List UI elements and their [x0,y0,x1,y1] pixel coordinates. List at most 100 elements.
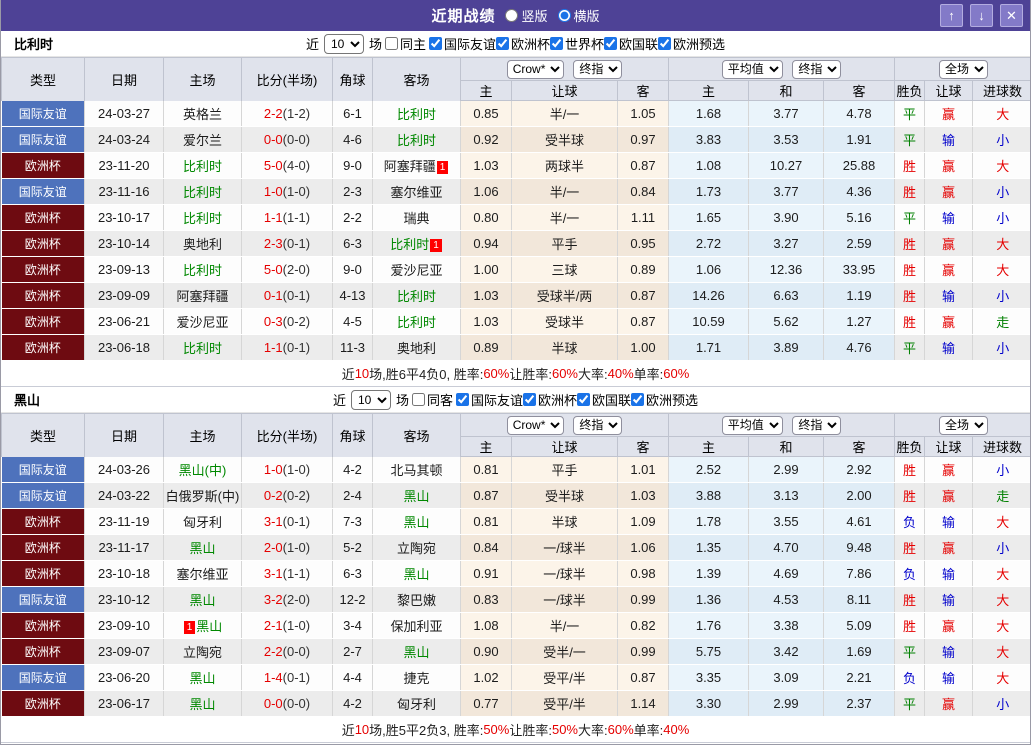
move-up-button[interactable]: ↑ [940,4,963,27]
layout-radio-horizontal[interactable]: 横版 [557,6,600,25]
final-odds-select-1[interactable]: 终指 [573,415,623,435]
bookmaker-select[interactable]: Crow* [506,59,564,79]
competition-checkbox-input[interactable] [631,393,645,406]
competition-checkbox[interactable]: 国际友谊 [428,34,496,53]
competition-checkbox[interactable]: 欧洲预选 [631,390,698,409]
away-team: 黎巴嫩 [372,586,461,613]
move-down-button[interactable]: ↓ [970,4,993,27]
home-team: 比利时 [163,334,242,361]
handicap-away-odds: 1.03 [617,482,669,509]
match-date: 23-06-18 [84,334,164,361]
avg-draw-odds: 4.69 [748,560,824,587]
fulltime-select[interactable]: 全场 [939,415,989,435]
competition-checkbox-input[interactable] [496,37,509,50]
horizontal-radio-input[interactable] [557,9,571,22]
home-team: 黑山 [163,534,242,561]
competition-checkbox[interactable]: 欧洲预选 [658,34,725,53]
red-card-badge: 1 [436,161,449,174]
handicap-away-odds: 0.98 [617,560,669,587]
team-label: 爱沙尼亚 [390,263,443,278]
final-odds-select-2[interactable]: 终指 [792,415,842,435]
away-team: 奥地利 [372,334,461,361]
halftime-score: (1-0) [282,184,311,199]
score-halftime: 2-3(0-1) [241,230,333,257]
competition-checkbox-input[interactable] [604,37,618,50]
competition-type-badge: 欧洲杯 [1,612,85,639]
handicap-home-odds: 0.84 [460,534,512,561]
average-odds-select[interactable]: 平均值 [721,59,783,79]
handicap-away-odds: 0.87 [617,664,669,691]
record-summary: 近 10 场,胜5平2负3, 胜率: 50% 让胜率: 50% 大率: 60% 单率: 40… [1,717,1030,743]
win-draw-loss-result: 平 [894,690,926,717]
competition-checkbox[interactable]: 欧国联 [577,390,631,409]
avg-home-odds: 1.71 [668,334,749,361]
summary-segment: 让胜率: [509,723,552,738]
same-venue-input[interactable] [384,37,398,50]
layout-radio-vertical[interactable]: 竖版 [505,6,548,25]
competition-checkbox-input[interactable] [658,37,672,50]
close-button[interactable]: ✕ [1000,4,1023,27]
win-draw-loss-result: 胜 [894,534,926,561]
team-label: 黑山 [189,697,216,712]
final-odds-select-1[interactable]: 终指 [573,59,623,79]
recent-results-panel: 近期战绩 竖版 横版 ↑ ↓ ✕ 比利时 近 10 场 同主 国际友谊 欧洲杯 … [0,0,1031,745]
handicap-home-odds: 1.00 [460,256,512,283]
competition-checkbox-input[interactable] [523,393,536,406]
score-halftime: 2-0(1-0) [241,534,333,561]
corner-count: 12-2 [332,586,373,613]
handicap-result: 输 [924,334,974,361]
team-label: 黑山 [403,567,430,582]
match-date: 23-11-16 [84,178,164,205]
handicap-result: 输 [924,126,974,153]
sub-col-header: 让球 [924,80,974,101]
score-halftime: 5-0(2-0) [241,256,333,283]
unit-label: 场 [395,393,409,408]
fulltime-score: 2-1 [263,618,283,633]
home-team: 奥地利 [163,230,242,257]
sub-col-header: 进球数 [972,436,1030,457]
competition-checkbox[interactable]: 欧洲杯 [496,34,550,53]
avg-away-odds: 4.61 [823,508,896,535]
match-row: 欧洲杯 23-11-19 匈牙利 3-1(0-1) 7-3 黑山 0.81 半球 1.09 1.7… [1,508,1030,535]
summary-segment: 近 [341,723,355,738]
final-odds-select-2[interactable]: 终指 [792,59,842,79]
competition-checkbox[interactable]: 世界杯 [550,34,604,53]
fulltime-select[interactable]: 全场 [939,59,989,79]
fulltime-score: 1-0 [263,184,283,199]
home-team: 匈牙利 [163,508,242,535]
fulltime-score: 5-0 [263,158,283,173]
average-odds-select[interactable]: 平均值 [721,415,783,435]
handicap-home-odds: 0.77 [460,690,512,717]
competition-checkbox-input[interactable] [577,393,591,406]
competition-checkbox[interactable]: 国际友谊 [455,390,523,409]
match-row: 欧洲杯 23-06-21 爱沙尼亚 0-3(0-2) 4-5 比利时 1.03 受球半 0.87… [1,308,1030,335]
competition-checkbox[interactable]: 欧国联 [604,34,658,53]
halftime-score: (0-0) [282,644,311,659]
match-row: 欧洲杯 23-11-20 比利时 5-0(4-0) 9-0 阿塞拜疆 1 1.03 两球半 0.8… [1,152,1030,179]
handicap-away-odds: 1.00 [617,334,669,361]
handicap-home-odds: 0.94 [460,230,512,257]
bookmaker-select[interactable]: Crow* [506,415,564,435]
same-venue-checkbox[interactable]: 同客 [411,390,453,409]
handicap-result: 赢 [924,456,974,483]
team-label: 黑山(中) [178,462,227,478]
same-venue-input[interactable] [411,393,425,406]
vertical-radio-input[interactable] [505,9,519,22]
away-team: 匈牙利 [372,690,461,717]
competition-checkbox[interactable]: 欧洲杯 [523,390,577,409]
match-count-select[interactable]: 10 [350,389,391,410]
competition-checkbox-input[interactable] [455,393,469,406]
competition-type-badge: 欧洲杯 [1,308,85,335]
same-venue-checkbox[interactable]: 同主 [384,34,426,53]
competition-checkbox-input[interactable] [428,37,442,50]
corner-count: 9-0 [332,152,373,179]
red-card-badge: 1 [183,621,196,634]
avg-draw-odds: 2.99 [748,456,824,483]
score-halftime: 0-0(0-0) [241,126,333,153]
competition-checkbox-input[interactable] [550,37,564,50]
results-tbody: 国际友谊 24-03-27 英格兰 2-2(1-2) 6-1 比利时 0.85 半/一 1.05… [1,100,1030,361]
score-halftime: 3-1(1-1) [241,560,333,587]
match-count-select[interactable]: 10 [323,33,364,54]
fulltime-score: 2-3 [263,236,283,251]
home-team: 比利时 [163,256,242,283]
